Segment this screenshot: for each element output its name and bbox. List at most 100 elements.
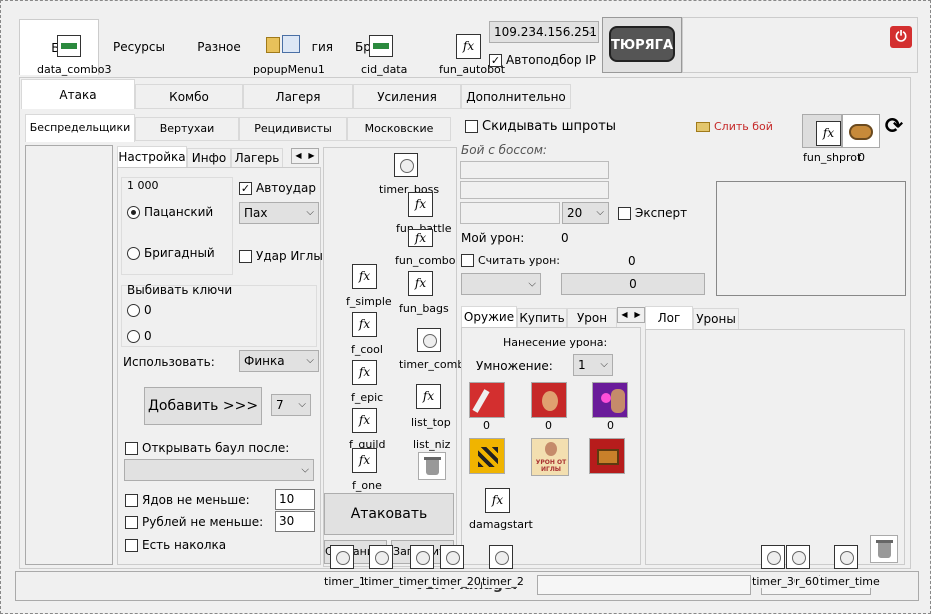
- radio-keys-a[interactable]: 0: [127, 303, 152, 317]
- poison-input[interactable]: 10: [275, 489, 315, 510]
- total-damage-button[interactable]: 0: [561, 273, 705, 295]
- chevron-down-icon: ⌵: [528, 278, 536, 290]
- arrow-left-icon[interactable]: ◀: [618, 308, 631, 322]
- damagstart-icon: fx: [485, 488, 510, 513]
- shprot-count: 0: [858, 151, 865, 164]
- my-damage-value: 0: [561, 231, 569, 245]
- timer-icon: [369, 545, 393, 569]
- add-button[interactable]: Добавить >>>: [144, 387, 262, 425]
- log-panel[interactable]: [645, 329, 905, 565]
- tab-camp[interactable]: Лагерь: [231, 148, 283, 168]
- boss-field-3[interactable]: [460, 202, 560, 224]
- logo-badge: ТЮРЯГА: [609, 26, 675, 62]
- open-baul-checkbox[interactable]: Открывать баул после:: [125, 441, 289, 455]
- refresh-icon[interactable]: ⟳: [882, 116, 906, 140]
- tab-log[interactable]: Лог: [645, 306, 693, 330]
- tab-strategy-label: гия: [311, 40, 333, 54]
- tab-moscow[interactable]: Московские: [347, 117, 451, 141]
- count-damage-label: Считать урон:: [478, 254, 560, 267]
- trash-icon[interactable]: [870, 535, 898, 563]
- expert-checkbox[interactable]: Эксперт: [618, 206, 687, 220]
- tab-recidivists[interactable]: Рецидивисты: [239, 117, 347, 141]
- radio-keys-b[interactable]: 0: [127, 329, 152, 343]
- keys-title: Выбивать ключи: [127, 283, 233, 297]
- tab-combo[interactable]: Комбо: [135, 84, 243, 109]
- power-icon[interactable]: ⏻: [890, 26, 912, 48]
- cid-data-label: cid_data: [361, 63, 408, 76]
- tattoo-checkbox[interactable]: Есть наколка: [125, 538, 226, 552]
- header-panel: [682, 17, 918, 73]
- checkbox-box: [125, 441, 138, 455]
- burger-icon[interactable]: [842, 114, 880, 148]
- radio-pacan-label: Пацанский: [144, 205, 214, 219]
- multiply-combo[interactable]: 1 ⌵: [573, 354, 613, 376]
- drop-scraps-checkbox[interactable]: Скидывать шпроты: [465, 119, 616, 134]
- f-cool-label: f_cool: [351, 343, 383, 356]
- tab-misc[interactable]: Разное: [179, 19, 259, 75]
- enemy-list-panel[interactable]: [25, 145, 113, 565]
- boss-info-panel: [716, 181, 906, 296]
- rub-checkbox[interactable]: Рублей не меньше:: [125, 515, 263, 529]
- expert-label: Эксперт: [635, 206, 688, 220]
- boss-field-2[interactable]: [460, 181, 609, 199]
- needle-item-icon[interactable]: УРОН ОТ ИГЛЫ: [531, 438, 569, 476]
- data-combo3-icon: [57, 35, 81, 57]
- tab-bespredel[interactable]: Беспредельщики: [25, 114, 135, 142]
- f-one-label: f_one: [352, 479, 382, 492]
- baul-combo[interactable]: ⌵: [124, 459, 314, 481]
- f-epic-icon: fx: [352, 360, 377, 385]
- radio-pacan[interactable]: Пацанский: [127, 205, 213, 219]
- tab-settings[interactable]: Настройка: [117, 146, 187, 168]
- timer-label: timer_2: [482, 575, 524, 588]
- boss-fight-label: Бой с боссом:: [461, 143, 547, 157]
- needle-checkbox[interactable]: Удар Иглы: [239, 249, 323, 263]
- tab-damages[interactable]: Уроны: [693, 308, 739, 330]
- arrow-right-icon[interactable]: ▶: [631, 308, 644, 322]
- arrow-right-icon[interactable]: ▶: [305, 149, 318, 163]
- tab-boosts[interactable]: Усиления: [353, 84, 461, 109]
- rub-input[interactable]: 30: [275, 511, 315, 532]
- server-ip-combo[interactable]: 109.234.156.251 ⌵: [489, 21, 599, 43]
- radio-brigade[interactable]: Бригадный: [127, 246, 215, 260]
- poison-checkbox[interactable]: Ядов не меньше:: [125, 493, 250, 507]
- fun-shprot-label: fun_shprot: [803, 151, 862, 164]
- arrow-left-icon[interactable]: ◀: [292, 149, 305, 163]
- drain-fight-label: Слить бой: [714, 120, 773, 133]
- drain-fight-link[interactable]: Слить бой: [696, 120, 773, 133]
- tab-additional[interactable]: Дополнительно: [461, 84, 571, 109]
- tab-info[interactable]: Инфо: [187, 148, 231, 168]
- grenade-item-icon[interactable]: [469, 438, 505, 474]
- auto-ip-label: Автоподбор IP: [506, 53, 597, 67]
- laser-item-icon[interactable]: [592, 382, 628, 418]
- timer-icon: [440, 545, 464, 569]
- pah-combo[interactable]: Пах ⌵: [239, 202, 319, 224]
- list-top-label: list_top: [411, 416, 451, 429]
- damage-target-combo[interactable]: ⌵: [461, 273, 541, 295]
- tab-buy[interactable]: Купить: [517, 308, 567, 328]
- fighter-item-icon[interactable]: [531, 382, 567, 418]
- add-count-combo[interactable]: 7 ⌵: [271, 394, 311, 416]
- weapon-tab-scroller[interactable]: ◀ ▶: [617, 307, 645, 323]
- boss-field-1[interactable]: [460, 161, 609, 179]
- keys-b-label: 0: [144, 329, 152, 343]
- open-baul-label: Открывать баул после:: [142, 441, 290, 455]
- settings-tab-scroller[interactable]: ◀ ▶: [291, 148, 319, 164]
- add-count-value: 7: [276, 398, 284, 412]
- use-combo[interactable]: Финка ⌵: [239, 350, 319, 372]
- boss-level-combo[interactable]: 20 ⌵: [562, 202, 609, 224]
- trash-icon[interactable]: [418, 452, 446, 480]
- knife-item-icon[interactable]: [469, 382, 505, 418]
- count-damage-checkbox[interactable]: Считать урон:: [461, 254, 560, 267]
- autoudar-checkbox[interactable]: ✓ Автоудар: [239, 181, 316, 195]
- attack-button[interactable]: Атаковать: [324, 493, 454, 535]
- auto-ip-checkbox[interactable]: ✓ Автоподбор IP: [489, 53, 596, 67]
- tab-attack[interactable]: Атака: [21, 79, 135, 109]
- chevron-down-icon: ⌵: [298, 399, 306, 410]
- game-logo[interactable]: ТЮРЯГА: [602, 17, 682, 73]
- tab-vertuhai[interactable]: Вертухаи: [135, 117, 239, 141]
- tab-weapon[interactable]: Оружие: [461, 306, 517, 328]
- timer-label: timer_1: [324, 575, 366, 588]
- tab-damage[interactable]: Урон: [567, 308, 617, 328]
- chest-item-icon[interactable]: [589, 438, 625, 474]
- tab-camps[interactable]: Лагеря: [243, 84, 353, 109]
